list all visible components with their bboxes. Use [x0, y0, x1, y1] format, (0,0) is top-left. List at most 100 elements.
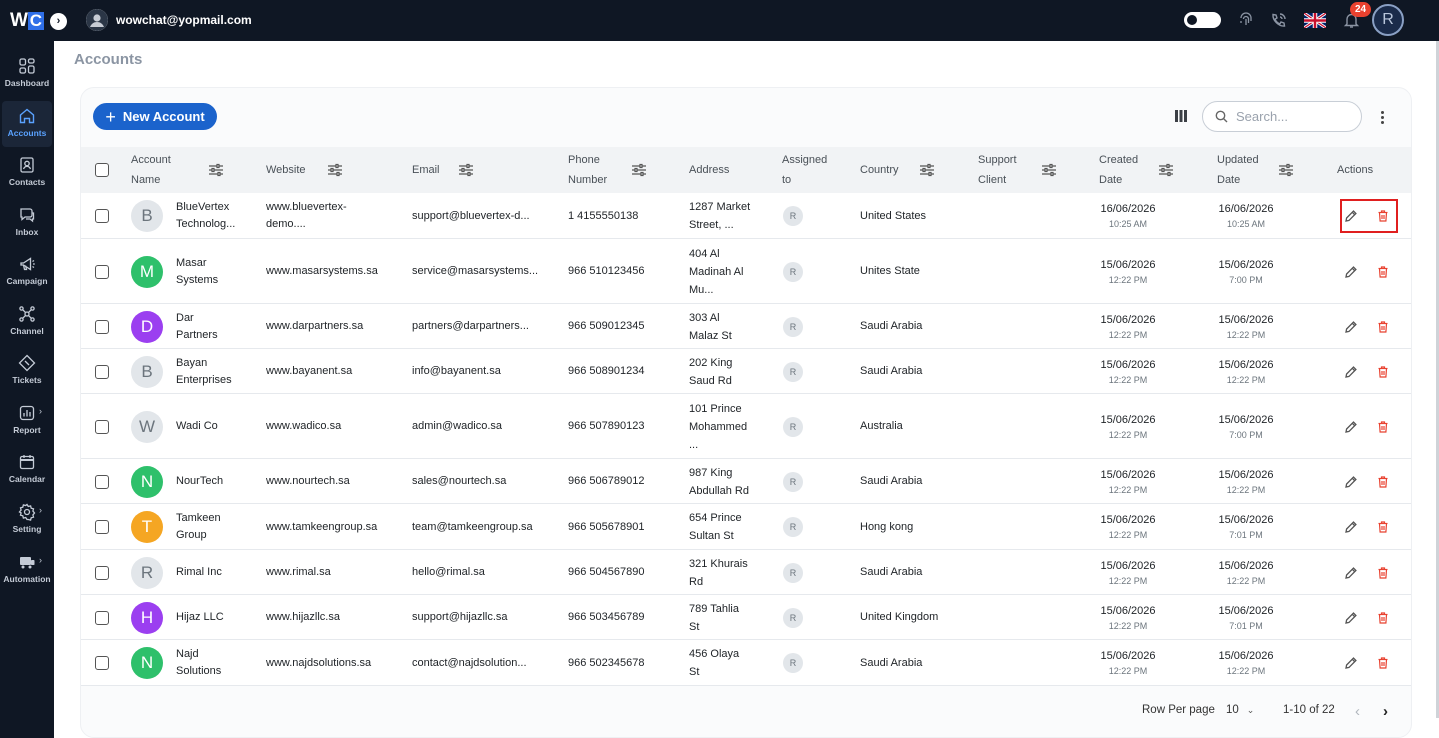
edit-icon[interactable]: [1344, 656, 1358, 670]
header-text: Client: [978, 174, 1007, 186]
sidebar-item-report[interactable]: › Report: [2, 398, 52, 444]
select-all-checkbox[interactable]: [95, 163, 109, 177]
sidebar: Dashboard Accounts Contacts Inbox Campai…: [0, 41, 54, 738]
row-checkbox[interactable]: [95, 319, 109, 334]
sidebar-item-setting[interactable]: › Setting: [2, 497, 52, 543]
header-actions: Actions: [1337, 164, 1374, 176]
row-checkbox[interactable]: [95, 419, 109, 434]
edit-icon[interactable]: [1344, 611, 1358, 625]
row-checkbox[interactable]: [95, 656, 109, 670]
table-row[interactable]: H Hijaz LLC www.hijazllc.sa support@hijazll…: [81, 595, 1411, 640]
row-checkbox[interactable]: [95, 520, 109, 534]
created-time: 12:22 PM: [1108, 575, 1148, 586]
created-date-cell: 15/06/2026 12:22 PM: [1097, 357, 1159, 387]
sidebar-item-inbox[interactable]: Inbox: [2, 200, 52, 246]
table-row[interactable]: W Wadi Co www.wadico.sa admin@wadico.sa 966 …: [81, 394, 1411, 459]
delete-icon[interactable]: [1376, 566, 1390, 580]
app-logo[interactable]: WC ›: [10, 10, 67, 32]
table-row[interactable]: N Najd Solutions www.najdsolutions.sa contac…: [81, 640, 1411, 686]
column-filter-icon[interactable]: [327, 163, 343, 177]
country-cell: Saudi Arabia: [860, 320, 923, 332]
account-name[interactable]: BlueVertex Technolog...: [176, 199, 235, 233]
row-checkbox[interactable]: [95, 474, 109, 489]
account-name[interactable]: Dar Partners: [176, 310, 218, 344]
table-row[interactable]: R Rimal Inc www.rimal.sa hello@rimal.sa 966 …: [81, 550, 1411, 595]
edit-icon[interactable]: [1344, 566, 1358, 580]
fingerprint-icon[interactable]: [1237, 11, 1255, 29]
theme-toggle[interactable]: [1184, 12, 1221, 28]
row-checkbox[interactable]: [95, 209, 109, 223]
phone-call-icon[interactable]: [1269, 11, 1287, 29]
edit-icon[interactable]: [1344, 320, 1358, 334]
sidebar-item-automation[interactable]: › Automation: [2, 547, 52, 593]
row-checkbox[interactable]: [95, 264, 109, 279]
search-box[interactable]: [1202, 101, 1362, 132]
profile-avatar[interactable]: R: [1372, 4, 1404, 36]
account-name[interactable]: Hijaz LLC: [176, 609, 224, 626]
account-name[interactable]: Bayan Enterprises: [176, 355, 232, 389]
column-filter-icon[interactable]: [458, 163, 474, 177]
updated-date: 15/06/2026: [1218, 313, 1274, 326]
delete-icon[interactable]: [1376, 475, 1390, 489]
account-name[interactable]: NourTech: [176, 473, 223, 490]
column-filter-icon[interactable]: [1278, 163, 1294, 177]
more-options-icon[interactable]: [1374, 109, 1390, 125]
edit-icon[interactable]: [1344, 265, 1358, 279]
next-page-icon[interactable]: ›: [1383, 703, 1388, 720]
table-row[interactable]: M Masar Systems www.masarsystems.sa service@…: [81, 239, 1411, 304]
created-date: 15/06/2026: [1100, 468, 1156, 481]
delete-icon[interactable]: [1376, 265, 1390, 279]
columns-icon[interactable]: [1174, 109, 1190, 125]
row-checkbox[interactable]: [95, 364, 109, 379]
sidebar-item-tickets[interactable]: Tickets: [2, 348, 52, 394]
delete-icon[interactable]: [1376, 365, 1390, 379]
rows-per-page-select[interactable]: 10 ⌄: [1226, 704, 1254, 716]
table-row[interactable]: B Bayan Enterprises www.bayanent.sa info@bay…: [81, 349, 1411, 394]
row-checkbox[interactable]: [95, 565, 109, 580]
delete-icon[interactable]: [1376, 420, 1390, 434]
sidebar-item-dashboard[interactable]: Dashboard: [2, 51, 52, 97]
edit-icon[interactable]: [1344, 365, 1358, 379]
updated-date-cell: 16/06/2026 10:25 AM: [1215, 201, 1277, 231]
table-row[interactable]: B BlueVertex Technolog... www.bluevertex-de…: [81, 193, 1411, 239]
report-icon: [19, 405, 35, 421]
column-filter-icon[interactable]: [631, 163, 647, 177]
row-checkbox[interactable]: [95, 610, 109, 625]
user-info[interactable]: wowchat@yopmail.com: [86, 9, 252, 31]
delete-icon[interactable]: [1376, 656, 1390, 670]
edit-icon[interactable]: [1344, 420, 1358, 434]
search-input[interactable]: [1236, 109, 1346, 124]
updated-date: 15/06/2026: [1218, 413, 1274, 426]
account-name[interactable]: Tamkeen Group: [176, 510, 221, 544]
column-filter-icon[interactable]: [208, 163, 224, 177]
address-line: Mohammed: [689, 420, 748, 433]
account-name[interactable]: Masar Systems: [176, 255, 218, 289]
account-name[interactable]: Rimal Inc: [176, 564, 222, 581]
delete-icon[interactable]: [1376, 520, 1390, 534]
account-name[interactable]: Najd Solutions: [176, 646, 221, 680]
sidebar-item-accounts[interactable]: Accounts: [2, 101, 52, 147]
website-cell: www.wadico.sa: [266, 418, 341, 435]
sidebar-toggle-icon[interactable]: ›: [49, 12, 67, 30]
created-time: 12:22 PM: [1108, 666, 1148, 676]
sidebar-item-calendar[interactable]: Calendar: [2, 447, 52, 493]
uk-flag-icon[interactable]: [1304, 11, 1326, 29]
country-cell: United Kingdom: [860, 611, 939, 623]
column-filter-icon[interactable]: [919, 163, 935, 177]
prev-page-icon[interactable]: ‹: [1355, 703, 1360, 720]
column-filter-icon[interactable]: [1158, 163, 1174, 177]
table-row[interactable]: N NourTech www.nourtech.sa sales@nourtech.s…: [81, 459, 1411, 504]
sidebar-item-contacts[interactable]: Contacts: [2, 150, 52, 196]
edit-icon[interactable]: [1344, 520, 1358, 534]
table-row[interactable]: D Dar Partners www.darpartners.sa partners@d…: [81, 304, 1411, 349]
column-filter-icon[interactable]: [1041, 163, 1057, 177]
email-cell: support@bluevertex-d...: [412, 209, 530, 222]
edit-icon[interactable]: [1344, 475, 1358, 489]
new-account-button[interactable]: + New Account: [93, 103, 217, 130]
table-row[interactable]: T Tamkeen Group www.tamkeengroup.sa team@tam…: [81, 504, 1411, 550]
account-name[interactable]: Wadi Co: [176, 418, 218, 435]
delete-icon[interactable]: [1376, 320, 1390, 334]
sidebar-item-campaign[interactable]: Campaign: [2, 249, 52, 295]
sidebar-item-channel[interactable]: Channel: [2, 299, 52, 345]
delete-icon[interactable]: [1376, 611, 1390, 625]
